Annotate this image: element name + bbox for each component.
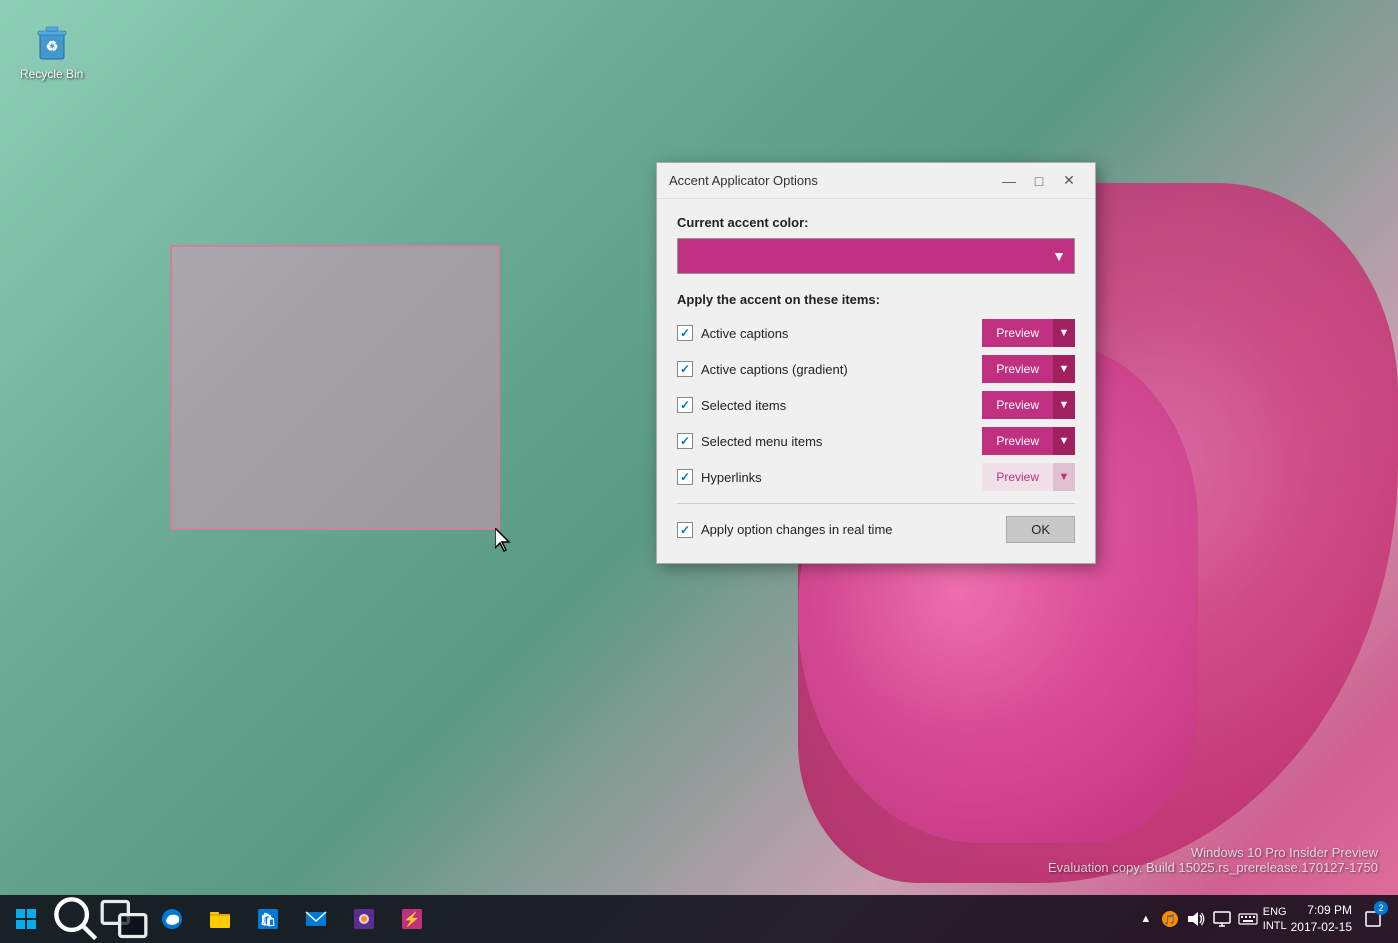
accent-color-dropdown[interactable]: ▼ bbox=[677, 238, 1075, 274]
dialog-content: Current accent color: ▼ Apply the accent… bbox=[657, 199, 1095, 563]
preview-btn-active-captions-gradient[interactable]: Preview ▼ bbox=[982, 355, 1075, 383]
preview-arrow-selected-items[interactable]: ▼ bbox=[1053, 391, 1075, 419]
checkbox-left-selected-menu-items: Selected menu items bbox=[677, 433, 822, 449]
checkbox-hyperlinks[interactable] bbox=[677, 469, 693, 485]
preview-btn-hyperlinks[interactable]: Preview ▼ bbox=[982, 463, 1075, 491]
taskbar-right: ▲ 🎵 bbox=[1137, 895, 1398, 943]
search-button[interactable] bbox=[52, 895, 100, 943]
display-icon[interactable] bbox=[1211, 908, 1233, 930]
checkbox-left-active-captions: Active captions bbox=[677, 325, 788, 341]
divider bbox=[677, 503, 1075, 504]
dialog-controls: — □ ✕ bbox=[995, 170, 1083, 192]
label-hyperlinks: Hyperlinks bbox=[701, 470, 762, 485]
taskbar-date: 2017-02-15 bbox=[1291, 919, 1352, 936]
recycle-bin-label: Recycle Bin bbox=[20, 67, 83, 81]
row-active-captions: Active captions Preview ▼ bbox=[677, 319, 1075, 347]
language-line1: ENG bbox=[1263, 905, 1287, 919]
preview-btn-selected-menu-items[interactable]: Preview ▼ bbox=[982, 427, 1075, 455]
task-view-button[interactable] bbox=[100, 895, 148, 943]
svg-text:🎵: 🎵 bbox=[1164, 914, 1176, 926]
svg-text:⚡: ⚡ bbox=[403, 911, 420, 928]
preview-main-active-captions-gradient[interactable]: Preview bbox=[982, 355, 1053, 383]
watermark-line1: Windows 10 Pro Insider Preview bbox=[1048, 845, 1378, 860]
row-selected-items: Selected items Preview ▼ bbox=[677, 391, 1075, 419]
taskbar-app-store[interactable]: 🛍 bbox=[244, 895, 292, 943]
recycle-bin-icon[interactable]: ♻ Recycle Bin bbox=[15, 10, 88, 86]
taskbar-apps: 🛍 ⚡ bbox=[148, 895, 1137, 943]
preview-main-selected-menu-items[interactable]: Preview bbox=[982, 427, 1053, 455]
preview-arrow-active-captions-gradient[interactable]: ▼ bbox=[1053, 355, 1075, 383]
apply-accent-label: Apply the accent on these items: bbox=[677, 292, 1075, 307]
preview-main-active-captions[interactable]: Preview bbox=[982, 319, 1053, 347]
dropdown-arrow-icon: ▼ bbox=[1052, 248, 1066, 264]
taskbar-app-explorer[interactable] bbox=[196, 895, 244, 943]
taskbar-brand-icon[interactable]: 🎵 bbox=[1159, 908, 1181, 930]
taskbar-app-6[interactable]: ⚡ bbox=[388, 895, 436, 943]
row-selected-menu-items: Selected menu items Preview ▼ bbox=[677, 427, 1075, 455]
label-apply-realtime: Apply option changes in real time bbox=[701, 522, 893, 537]
current-accent-label: Current accent color: bbox=[677, 215, 1075, 230]
mouse-cursor bbox=[495, 528, 515, 552]
preview-arrow-selected-menu-items[interactable]: ▼ bbox=[1053, 427, 1075, 455]
dialog-titlebar: Accent Applicator Options — □ ✕ bbox=[657, 163, 1095, 199]
label-selected-menu-items: Selected menu items bbox=[701, 434, 822, 449]
label-active-captions: Active captions bbox=[701, 326, 788, 341]
notifications-button[interactable]: 2 bbox=[1356, 895, 1390, 943]
label-active-captions-gradient: Active captions (gradient) bbox=[701, 362, 848, 377]
close-button[interactable]: ✕ bbox=[1055, 170, 1083, 192]
label-selected-items: Selected items bbox=[701, 398, 786, 413]
bottom-row: Apply option changes in real time OK bbox=[677, 516, 1075, 543]
watermark: Windows 10 Pro Insider Preview Evaluatio… bbox=[1048, 845, 1378, 875]
preview-arrow-active-captions[interactable]: ▼ bbox=[1053, 319, 1075, 347]
row-hyperlinks: Hyperlinks Preview ▼ bbox=[677, 463, 1075, 491]
checkbox-active-captions[interactable] bbox=[677, 325, 693, 341]
svg-text:♻: ♻ bbox=[45, 38, 58, 54]
keyboard-icon[interactable] bbox=[1237, 908, 1259, 930]
start-button[interactable] bbox=[0, 895, 52, 943]
checkbox-apply-realtime[interactable] bbox=[677, 522, 693, 538]
notification-badge: 2 bbox=[1374, 901, 1388, 915]
taskbar-clock[interactable]: 7:09 PM 2017-02-15 bbox=[1291, 902, 1352, 936]
preview-btn-selected-items[interactable]: Preview ▼ bbox=[982, 391, 1075, 419]
minimize-button[interactable]: — bbox=[995, 170, 1023, 192]
preview-btn-active-captions[interactable]: Preview ▼ bbox=[982, 319, 1075, 347]
watermark-line2: Evaluation copy. Build 15025.rs_prerelea… bbox=[1048, 860, 1378, 875]
recycle-bin-graphic: ♻ bbox=[28, 15, 76, 63]
ok-button[interactable]: OK bbox=[1006, 516, 1075, 543]
taskbar-app-photos[interactable] bbox=[340, 895, 388, 943]
taskbar-app-edge[interactable] bbox=[148, 895, 196, 943]
taskbar-app-mail[interactable] bbox=[292, 895, 340, 943]
preview-main-hyperlinks[interactable]: Preview bbox=[982, 463, 1053, 491]
apply-realtime-container: Apply option changes in real time bbox=[677, 522, 893, 538]
checkbox-selected-items[interactable] bbox=[677, 397, 693, 413]
checkbox-left-selected-items: Selected items bbox=[677, 397, 786, 413]
svg-text:🛍: 🛍 bbox=[260, 912, 277, 927]
taskbar-time: 7:09 PM bbox=[1291, 902, 1352, 919]
checkbox-active-captions-gradient[interactable] bbox=[677, 361, 693, 377]
taskbar: 🛍 ⚡ ▲ bbox=[0, 895, 1398, 943]
language-line2: INTL bbox=[1263, 919, 1287, 933]
accent-applicator-dialog: Accent Applicator Options — □ ✕ Current … bbox=[656, 162, 1096, 564]
volume-icon[interactable] bbox=[1185, 908, 1207, 930]
checkbox-selected-menu-items[interactable] bbox=[677, 433, 693, 449]
language-indicator[interactable]: ENG INTL bbox=[1263, 905, 1287, 934]
preview-main-selected-items[interactable]: Preview bbox=[982, 391, 1053, 419]
checkbox-left-hyperlinks: Hyperlinks bbox=[677, 469, 762, 485]
dialog-title: Accent Applicator Options bbox=[669, 173, 818, 188]
maximize-button[interactable]: □ bbox=[1025, 170, 1053, 192]
accent-preview-rectangle bbox=[170, 245, 500, 530]
system-tray-expand[interactable]: ▲ bbox=[1137, 910, 1155, 928]
preview-arrow-hyperlinks[interactable]: ▼ bbox=[1053, 463, 1075, 491]
checkbox-left-active-captions-gradient: Active captions (gradient) bbox=[677, 361, 848, 377]
row-active-captions-gradient: Active captions (gradient) Preview ▼ bbox=[677, 355, 1075, 383]
